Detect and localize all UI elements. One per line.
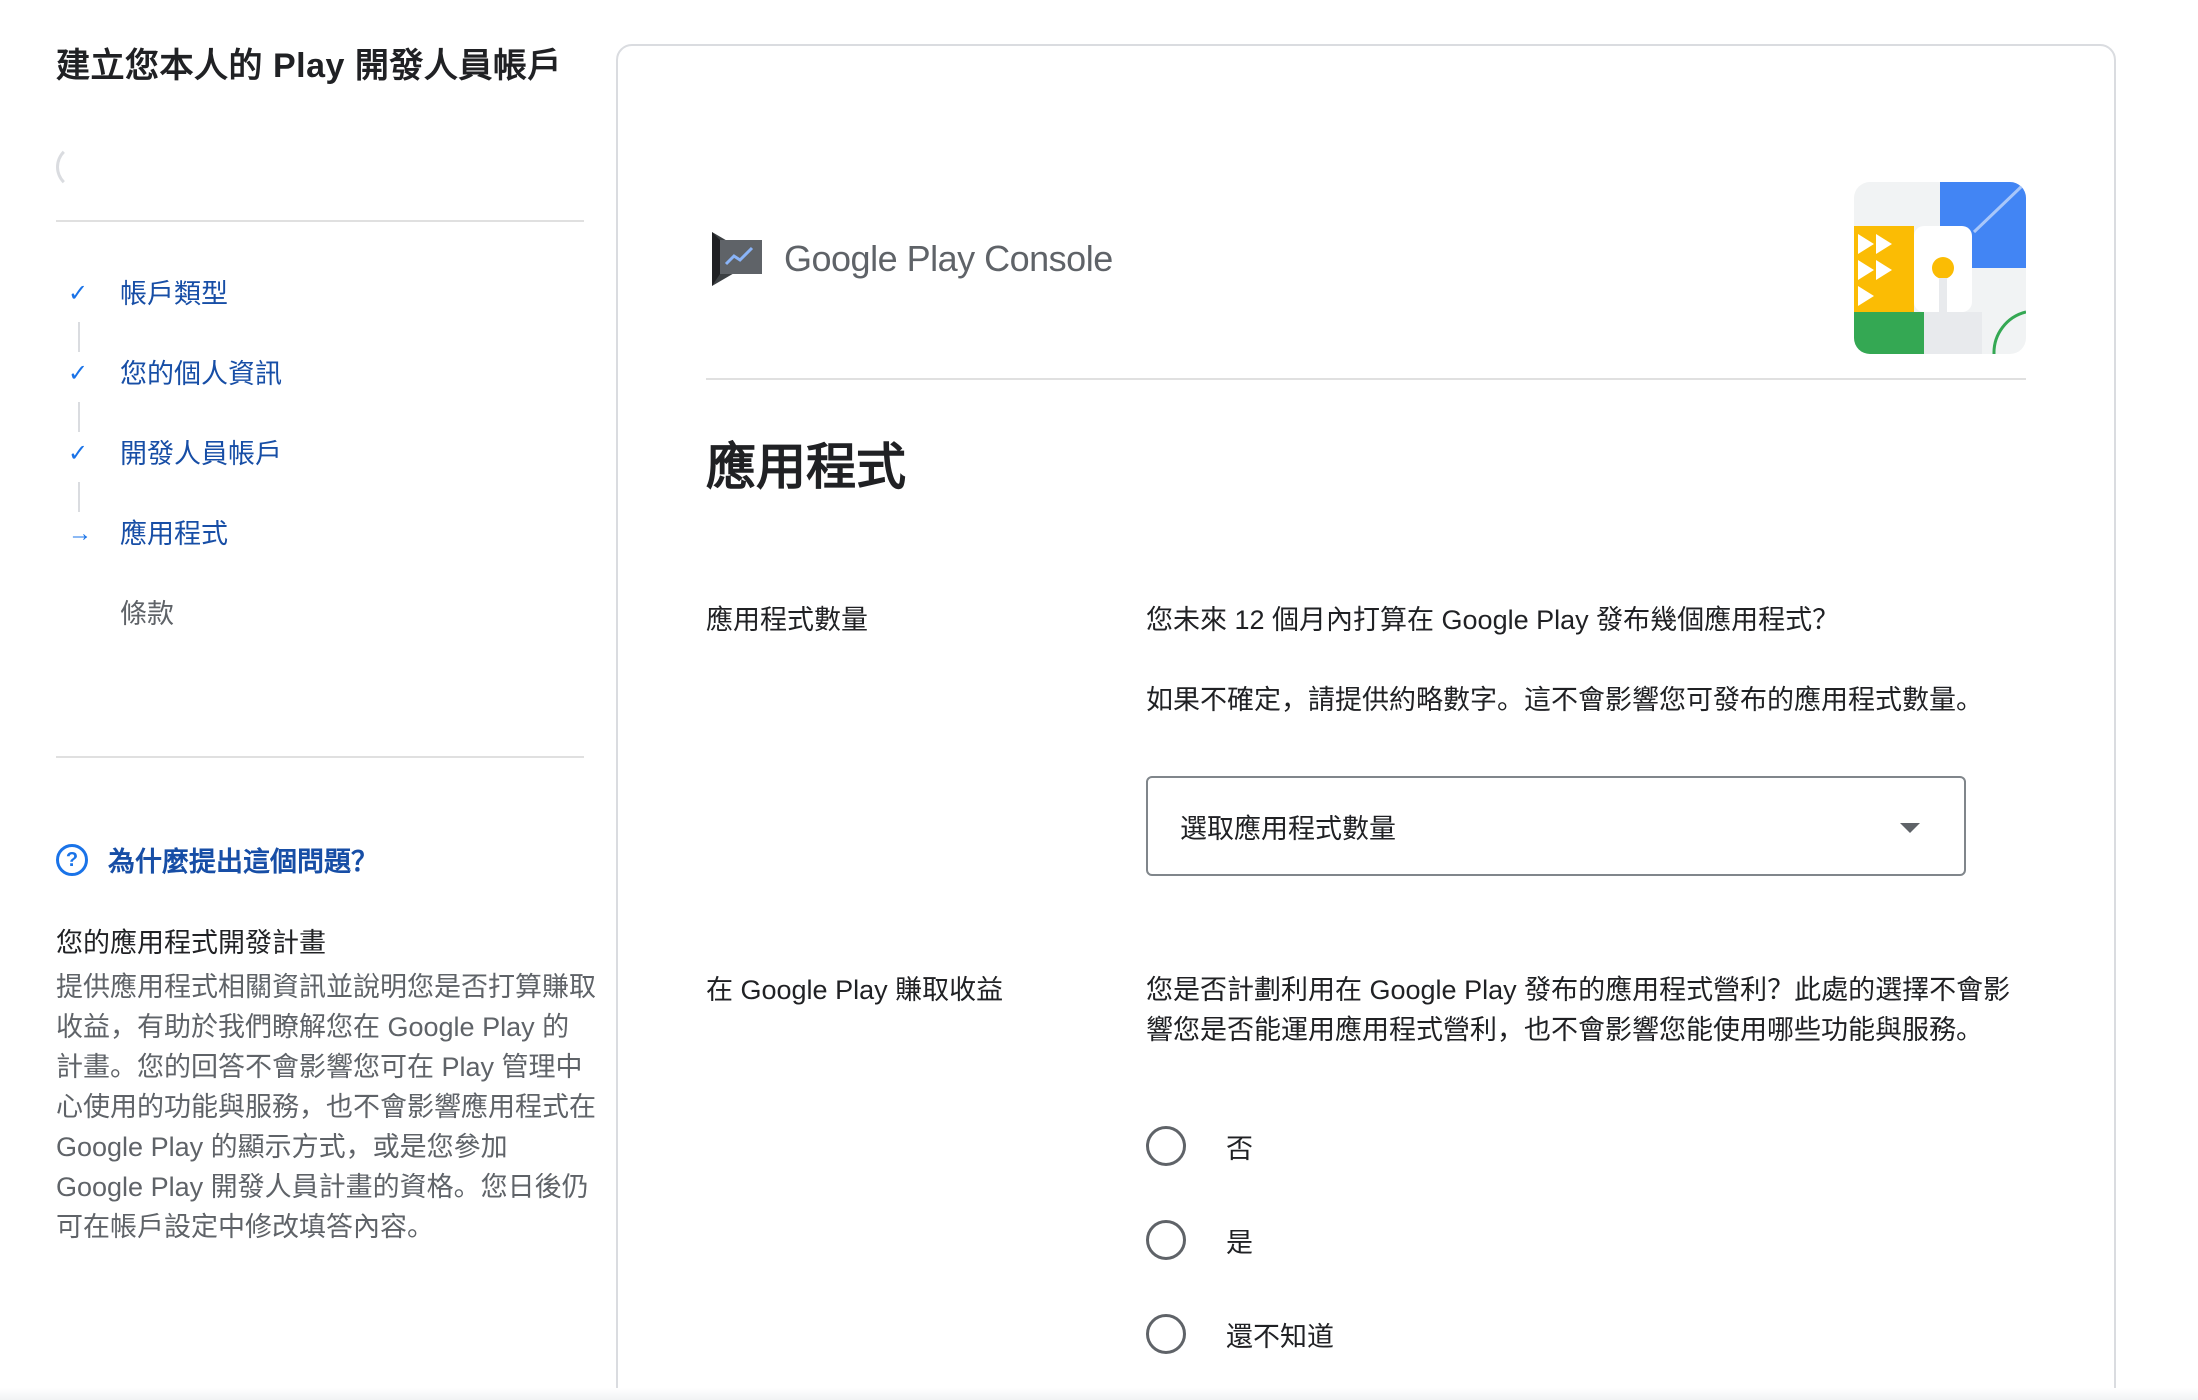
plan-description: 提供應用程式相關資訊並說明您是否打算賺取收益，有助於我們瞭解您在 Google … [56,972,596,1242]
step-label: 開發人員帳戶 [120,439,282,469]
step-apps[interactable]: → 應用程式 [56,512,584,592]
check-icon: ✓ [68,280,89,307]
step-list: ✓ 帳戶類型 ✓ 您的個人資訊 ✓ 開發人員帳戶 → 應用程式 條款 [56,272,584,672]
app-count-hint: 如果不確定，請提供約略數字。這不會影響您可發布的應用程式數量。 [1146,685,1983,715]
logo-google-play: Google Play [784,238,975,279]
radio-option-yes[interactable]: 是 [1146,1220,1253,1260]
sidebar-divider-top [56,220,584,222]
radio-option-unsure[interactable]: 還不知道 [1146,1314,1334,1354]
radio-label: 還不知道 [1226,1321,1334,1352]
why-question-title: 為什麼提出這個問題？ [108,847,378,877]
why-question-heading: ? 為什麼提出這個問題？ [56,840,584,879]
step-terms: 條款 [56,592,584,672]
step-connector [78,322,80,352]
step-connector [78,482,80,512]
monetize-question: 您是否計劃利用在 Google Play 發布的應用程式營利？此處的選擇不會影響… [1146,975,2011,1045]
sidebar-title: 建立您本人的 Play 開發人員帳戶 [56,47,562,85]
loading-spinner-icon [56,144,102,190]
radio-button-icon[interactable] [1146,1220,1186,1260]
check-icon: ✓ [68,360,89,387]
section-title: 應用程式 [706,439,906,495]
app-count-label: 應用程式數量 [706,605,868,635]
radio-button-icon[interactable] [1146,1126,1186,1166]
main-card: Google Play Console 應用程式 應用程式數量 您未來 12 個… [616,44,2116,1400]
step-label: 您的個人資訊 [120,359,282,389]
step-label: 帳戶類型 [120,279,228,309]
radio-label: 是 [1226,1227,1253,1258]
google-play-console-logo: Google Play Console [706,228,1113,290]
page: 建立您本人的 Play 開發人員帳戶 ✓ 帳戶類型 ✓ 您的個人資訊 ✓ 開發人… [0,0,2198,1400]
radio-button-icon[interactable] [1146,1314,1186,1354]
step-personal-info[interactable]: ✓ 您的個人資訊 [56,352,584,432]
sidebar: 建立您本人的 Play 開發人員帳戶 ✓ 帳戶類型 ✓ 您的個人資訊 ✓ 開發人… [56,40,596,1247]
sidebar-divider-bottom [56,756,584,758]
header-divider [706,378,2026,380]
step-label: 條款 [120,599,174,629]
app-count-select-value: 選取應用程式數量 [1180,813,1396,844]
card-header: Google Play Console [706,136,2026,354]
step-connector [78,402,80,432]
logo-text: Google Play Console [784,238,1113,280]
apps-illustration-icon [1854,182,2026,354]
plan-title: 您的應用程式開發計畫 [56,928,326,958]
step-label: 應用程式 [120,519,228,549]
monetize-label: 在 Google Play 賺取收益 [706,975,1004,1005]
bottom-fade [0,1388,2198,1400]
app-count-question: 您未來 12 個月內打算在 Google Play 發布幾個應用程式？ [1146,605,1840,635]
help-icon: ? [56,843,88,876]
logo-console: Console [984,238,1113,279]
arrow-right-icon: → [68,520,92,547]
dropdown-arrow-icon [1900,823,1920,833]
step-account-type[interactable]: ✓ 帳戶類型 [56,272,584,352]
step-developer-account[interactable]: ✓ 開發人員帳戶 [56,432,584,512]
radio-option-no[interactable]: 否 [1146,1126,1253,1166]
radio-label: 否 [1226,1133,1253,1164]
play-console-logo-icon [712,232,762,286]
check-icon: ✓ [68,440,89,467]
app-count-select[interactable]: 選取應用程式數量 [1146,776,1966,876]
